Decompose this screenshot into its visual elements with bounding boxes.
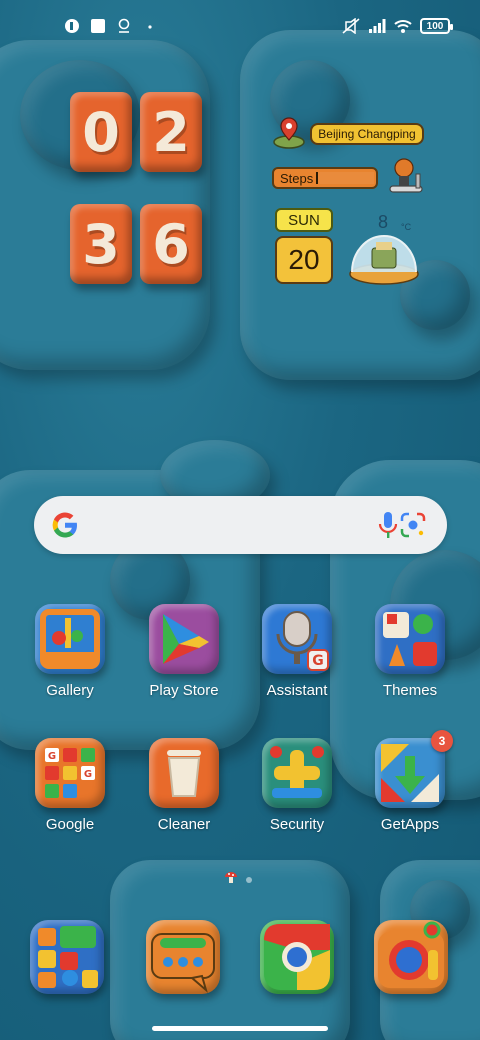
steps-progress [316, 172, 374, 184]
camera-icon [378, 921, 444, 988]
cleaner-icon [149, 738, 219, 808]
steps-label: Steps [280, 170, 314, 186]
app-library-icon [38, 926, 98, 988]
getapps-icon: 3 [375, 730, 453, 808]
notification-badge: 3 [431, 730, 453, 752]
hour-digit-1: 0 [70, 92, 132, 172]
app-themes[interactable]: Themes [362, 604, 458, 699]
messages-icon [151, 933, 215, 993]
app-gallery[interactable]: Gallery [22, 604, 118, 699]
app-label: GetApps [380, 816, 440, 833]
app-label: Play Store [149, 682, 219, 699]
temperature-unit: °C [401, 222, 412, 232]
page-indicator[interactable] [224, 870, 252, 889]
assistant-icon: G [262, 604, 332, 674]
minute-digit-1: 3 [70, 204, 132, 284]
svg-text:G: G [312, 653, 324, 669]
svg-text:G: G [48, 751, 56, 762]
security-icon [262, 738, 332, 808]
wifi-icon [394, 18, 412, 34]
steps-bar: Steps [272, 167, 378, 189]
app-label: Security [269, 816, 325, 833]
location-icon [116, 18, 132, 34]
app-label: Gallery [46, 682, 94, 699]
battery-icon: 100 [420, 18, 453, 34]
app-google[interactable]: G G Google [22, 738, 118, 833]
gesture-nav-bar[interactable] [152, 1026, 328, 1031]
app-label: Google [45, 816, 95, 833]
app-label: Assistant [266, 682, 328, 699]
hour-digit-2: 2 [140, 92, 202, 172]
clock-widget[interactable]: 0 2 3 6 [68, 88, 208, 288]
app-label: Themes [382, 682, 438, 699]
notification-icon [64, 18, 80, 34]
location-pin-icon [272, 116, 306, 150]
app-security[interactable]: Security [249, 738, 345, 833]
square-icon [90, 18, 106, 34]
app-getapps[interactable]: 3 GetApps [362, 730, 458, 833]
svg-text:G: G [84, 769, 92, 780]
mic-icon[interactable] [376, 510, 400, 540]
page-dot [246, 876, 252, 883]
mute-icon [342, 17, 360, 35]
app-label: Cleaner [157, 816, 211, 833]
date-label: 20 [275, 236, 333, 284]
themes-icon [375, 604, 445, 674]
dot-icon [142, 18, 158, 34]
gallery-icon [35, 604, 105, 674]
app-assistant[interactable]: G Assistant [249, 604, 345, 699]
treadmill-pumpkin-icon [386, 156, 426, 200]
mushroom-icon [224, 870, 238, 889]
play-store-icon [149, 604, 219, 674]
dock-messages[interactable] [146, 920, 220, 994]
google-folder-icon: G G [35, 738, 105, 808]
google-search-bar[interactable] [34, 496, 447, 554]
day-label: SUN [275, 208, 333, 232]
signal-icon [368, 18, 386, 34]
dock-camera[interactable] [374, 920, 448, 994]
temperature-value: 8 [378, 212, 389, 232]
google-icon [50, 510, 80, 540]
status-bar: 100 [0, 0, 480, 56]
app-cleaner[interactable]: Cleaner [136, 738, 232, 833]
chrome-icon [264, 924, 330, 990]
app-play-store[interactable]: Play Store [136, 604, 232, 699]
minute-digit-2: 6 [140, 204, 202, 284]
dock-chrome[interactable] [260, 920, 334, 994]
lens-icon[interactable] [399, 511, 427, 539]
location-label: Beijing Changping [310, 123, 424, 145]
dock-app-library[interactable] [30, 920, 104, 994]
